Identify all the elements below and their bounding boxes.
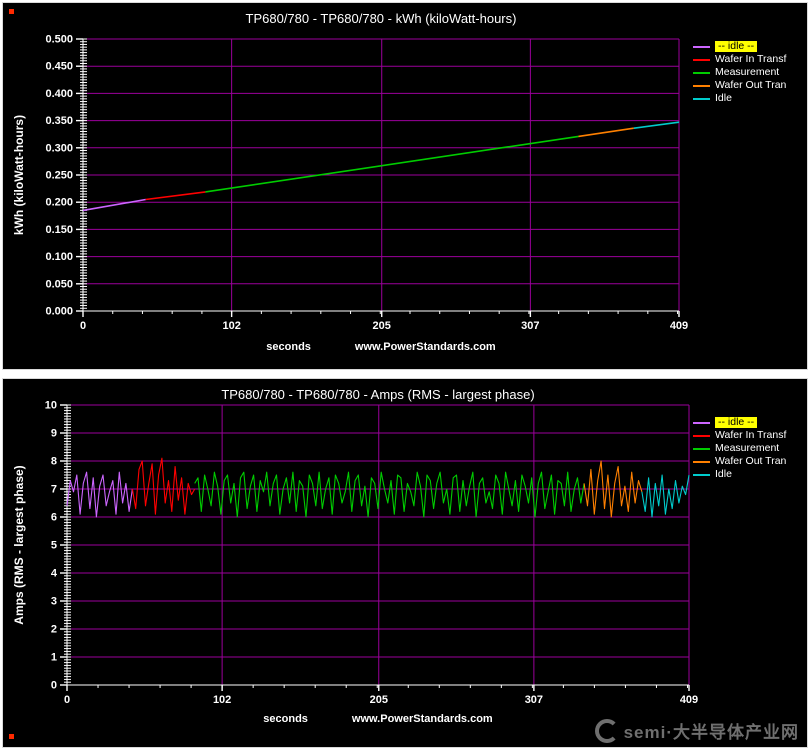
legend-swatch (693, 435, 710, 437)
legend-swatch (693, 46, 710, 48)
legend-swatch (693, 59, 710, 61)
powerstandards-credit: www.PowerStandards.com (355, 341, 496, 353)
legend-swatch (693, 72, 710, 74)
legend-swatch (693, 474, 710, 476)
legend-item: Measurement (693, 443, 786, 454)
svg-text:205: 205 (370, 694, 388, 706)
amps-chart-canvas: 0 1 2 3 4 5 6 7 8 9 10 0 102 205 307 409 (3, 379, 807, 747)
svg-text:4: 4 (51, 568, 58, 580)
svg-text:0.000: 0.000 (45, 306, 73, 318)
legend-item: -- idle -- (693, 417, 786, 428)
svg-text:5: 5 (51, 540, 57, 552)
svg-text:0.400: 0.400 (45, 88, 73, 100)
semi-logo-icon (595, 719, 619, 743)
svg-text:0.500: 0.500 (45, 34, 73, 46)
watermark-text: semi·大半导体产业网 (624, 718, 799, 743)
legend-label: -- idle -- (715, 41, 757, 52)
svg-text:205: 205 (373, 320, 391, 332)
legend-swatch (693, 98, 710, 100)
kwh-chart-canvas: 0.000 0.050 0.100 0.150 0.200 0.250 0.300 0.350… (3, 3, 807, 369)
legend-swatch (693, 448, 710, 450)
kwh-chart-panel: 0.000 0.050 0.100 0.150 0.200 0.250 0.300 0.350… (2, 2, 808, 370)
x-axis-label: seconds (266, 341, 311, 353)
legend-swatch (693, 461, 710, 463)
legend-item: Idle (693, 469, 786, 480)
legend-label: Measurement (715, 67, 779, 78)
svg-text:102: 102 (213, 694, 231, 706)
legend-label: Wafer In Transf (715, 430, 786, 441)
svg-text:6: 6 (51, 512, 57, 524)
y-axis-label: kWh (kiloWatt-hours) (12, 115, 26, 235)
amps-chart-panel: 0 1 2 3 4 5 6 7 8 9 10 0 102 205 307 409 TP680/780 - TP… (2, 378, 808, 748)
svg-text:0.300: 0.300 (45, 142, 73, 154)
svg-text:0.150: 0.150 (45, 224, 73, 236)
x-axis-row: seconds www.PowerStandards.com (83, 341, 679, 353)
svg-text:0: 0 (80, 320, 86, 332)
legend-label: Measurement (715, 443, 779, 454)
svg-text:409: 409 (680, 694, 698, 706)
powerstandards-credit: www.PowerStandards.com (352, 713, 493, 725)
svg-text:0.200: 0.200 (45, 197, 73, 209)
svg-text:0.350: 0.350 (45, 115, 73, 127)
svg-text:102: 102 (222, 320, 240, 332)
chart-title: TP680/780 - TP680/780 - Amps (RMS - larg… (67, 387, 689, 402)
legend-label: Idle (715, 469, 732, 480)
svg-text:7: 7 (51, 484, 57, 496)
x-axis-label: seconds (263, 713, 308, 725)
svg-text:10: 10 (45, 400, 57, 412)
legend-label: Wafer Out Tran (715, 456, 786, 467)
legend-item: -- idle -- (693, 41, 786, 52)
svg-text:8: 8 (51, 456, 57, 468)
svg-text:0.250: 0.250 (45, 170, 73, 182)
svg-text:409: 409 (670, 320, 688, 332)
svg-text:9: 9 (51, 428, 57, 440)
chart-title: TP680/780 - TP680/780 - kWh (kiloWatt-ho… (83, 11, 679, 26)
svg-text:1: 1 (51, 652, 57, 664)
legend-label: Idle (715, 93, 732, 104)
svg-text:0.100: 0.100 (45, 251, 73, 263)
legend-label: Wafer In Transf (715, 54, 786, 65)
svg-text:2: 2 (51, 624, 57, 636)
legend-item: Measurement (693, 67, 786, 78)
svg-text:307: 307 (521, 320, 539, 332)
svg-text:307: 307 (525, 694, 543, 706)
legend-item: Idle (693, 93, 786, 104)
legend-item: Wafer Out Tran (693, 80, 786, 91)
svg-text:0: 0 (64, 694, 70, 706)
legend-swatch (693, 422, 710, 424)
svg-text:0: 0 (51, 680, 57, 692)
watermark: semi·大半导体产业网 (595, 718, 799, 743)
legend: -- idle -- Wafer In Transf Measurement Wafe… (693, 41, 786, 104)
legend-item: Wafer In Transf (693, 430, 786, 441)
svg-text:3: 3 (51, 596, 57, 608)
legend-item: Wafer Out Tran (693, 456, 786, 467)
legend-label: -- idle -- (715, 417, 757, 428)
y-axis-label: Amps (RMS - largest phase) (12, 465, 26, 624)
svg-text:0.050: 0.050 (45, 278, 73, 290)
legend-item: Wafer In Transf (693, 54, 786, 65)
red-corner-marker (9, 734, 14, 739)
legend-swatch (693, 85, 710, 87)
legend: -- idle -- Wafer In Transf Measurement Wafe… (693, 417, 786, 480)
legend-label: Wafer Out Tran (715, 80, 786, 91)
svg-text:0.450: 0.450 (45, 61, 73, 73)
